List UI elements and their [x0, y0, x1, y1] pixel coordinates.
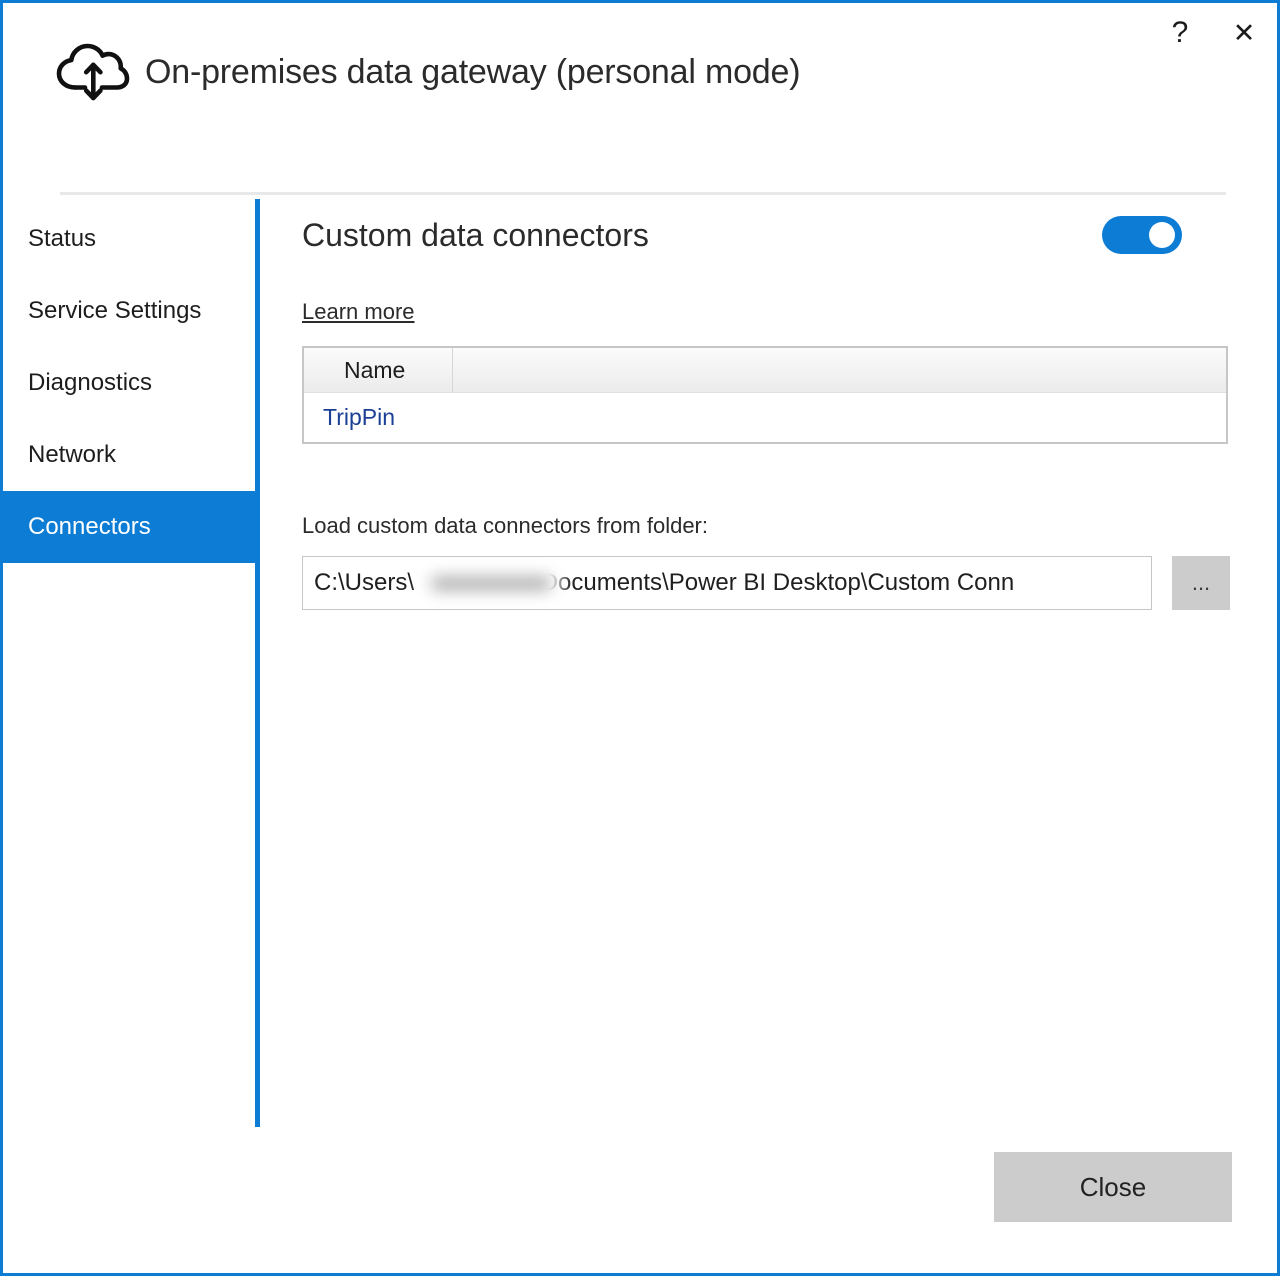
toggle-knob	[1149, 222, 1175, 248]
close-button[interactable]: Close	[994, 1152, 1232, 1222]
sidebar-item-diagnostics[interactable]: Diagnostics	[3, 347, 258, 419]
sidebar-divider	[255, 199, 260, 1127]
table-row[interactable]: TripPin	[304, 393, 1226, 442]
sidebar-item-label: Diagnostics	[28, 369, 152, 397]
column-header-blank	[453, 348, 1226, 392]
close-icon[interactable]: ✕	[1223, 13, 1265, 53]
help-icon[interactable]: ?	[1159, 13, 1201, 53]
browse-folder-button[interactable]: ...	[1172, 556, 1230, 610]
column-header-name[interactable]: Name	[304, 348, 453, 392]
sidebar-item-label: Status	[28, 225, 96, 253]
sidebar-item-label: Connectors	[28, 513, 151, 541]
sidebar-nav: Status Service Settings Diagnostics Netw…	[3, 203, 258, 563]
section-title: Custom data connectors	[302, 217, 649, 254]
dialog-footer: Close	[3, 1127, 1277, 1273]
app-identity: On-premises data gateway (personal mode)	[55, 41, 800, 103]
sidebar-item-network[interactable]: Network	[3, 419, 258, 491]
folder-path-row: C:\Users\ \Documents\Power BI Desktop\Cu…	[302, 556, 1230, 610]
page-title: On-premises data gateway (personal mode)	[145, 53, 800, 92]
connectors-panel: Custom data connectors Learn more Name T…	[302, 203, 1230, 610]
connectors-table: Name TripPin	[302, 346, 1228, 444]
header-divider	[60, 192, 1226, 195]
sidebar-item-connectors[interactable]: Connectors	[3, 491, 258, 563]
sidebar-item-status[interactable]: Status	[3, 203, 258, 275]
sidebar-item-service-settings[interactable]: Service Settings	[3, 275, 258, 347]
sidebar-item-label: Network	[28, 441, 116, 469]
window-controls: ? ✕	[1159, 13, 1265, 53]
table-header: Name	[304, 348, 1226, 393]
folder-path-input[interactable]: C:\Users\ \Documents\Power BI Desktop\Cu…	[302, 556, 1152, 610]
connector-name-cell[interactable]: TripPin	[304, 404, 395, 431]
folder-path-label: Load custom data connectors from folder:	[302, 513, 1230, 539]
folder-path-value: C:\Users\ \Documents\Power BI Desktop\Cu…	[314, 569, 1014, 597]
toggle-switch-on-icon[interactable]	[1102, 216, 1182, 254]
sidebar-item-label: Service Settings	[28, 297, 201, 325]
section-header: Custom data connectors	[302, 203, 1230, 267]
learn-more-link[interactable]: Learn more	[302, 299, 415, 325]
cloud-upload-download-icon	[55, 41, 131, 103]
title-bar: ? ✕ On-premises data gateway (personal m…	[3, 3, 1277, 188]
gateway-window: ? ✕ On-premises data gateway (personal m…	[0, 0, 1280, 1276]
